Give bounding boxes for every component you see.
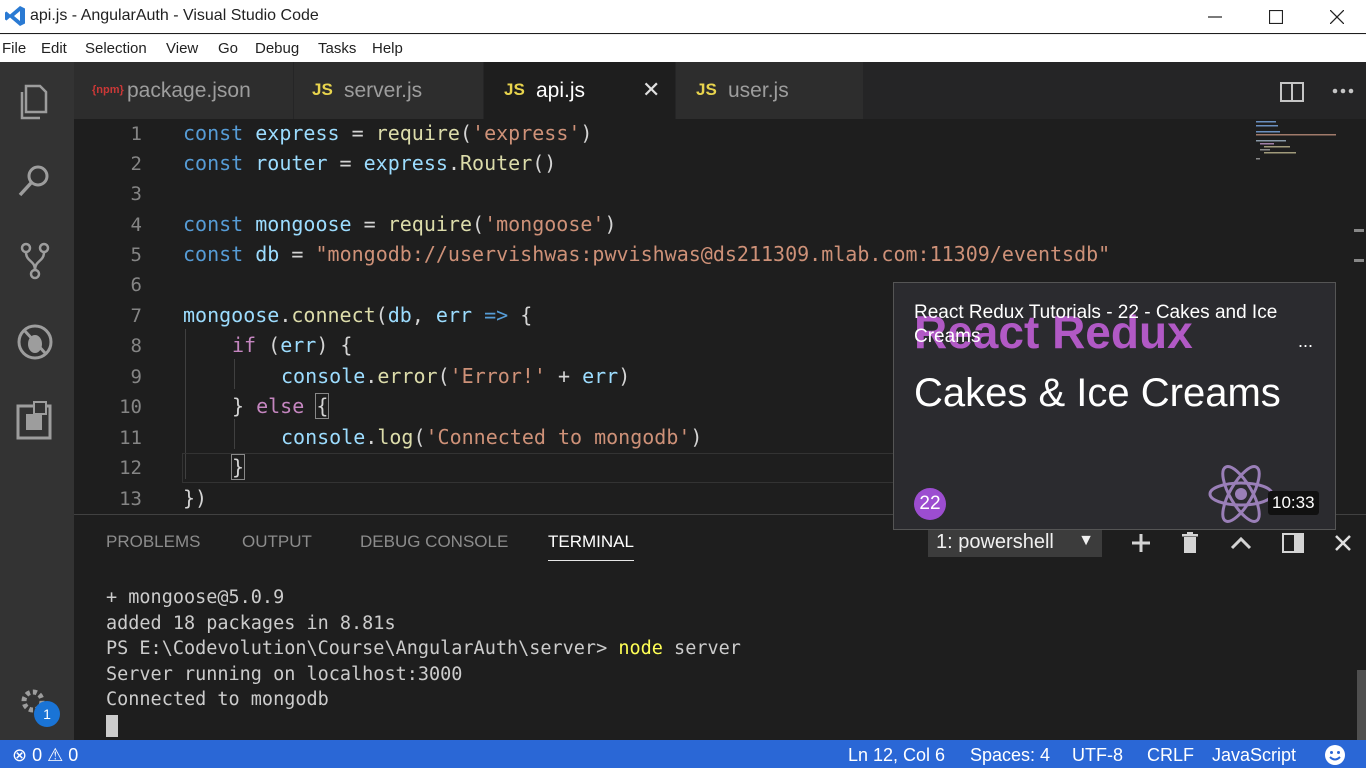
menu-tasks[interactable]: Tasks — [318, 40, 356, 57]
more-actions-icon[interactable] — [1332, 88, 1354, 94]
cursor-position[interactable]: Ln 12, Col 6 — [848, 745, 945, 766]
editor-scrollbar[interactable] — [1350, 119, 1364, 514]
scrollbar-marker — [1354, 229, 1364, 232]
terminal-line: added 18 packages in 8.81s — [106, 612, 396, 634]
maximize-icon — [1269, 9, 1283, 24]
react-logo-icon — [1208, 465, 1274, 523]
error-count: 0 — [32, 745, 43, 765]
tab-close-icon[interactable]: ✕ — [642, 77, 660, 103]
close-panel-button[interactable] — [1328, 528, 1358, 558]
menu-selection[interactable]: Selection — [85, 40, 147, 57]
maximize-button[interactable] — [1245, 0, 1307, 33]
tab-label: user.js — [728, 79, 789, 102]
editor-tab-bar: {npm} package.json JS server.js JS api.j… — [74, 62, 1366, 119]
minimap[interactable] — [1254, 119, 1354, 179]
terminal-line: Server running on localhost:3000 — [106, 663, 463, 685]
tab-label: package.json — [127, 79, 251, 102]
close-icon — [1330, 9, 1344, 24]
terminal-line: Connected to mongodb — [106, 689, 329, 710]
plus-icon — [1132, 534, 1150, 552]
chevron-down-icon: ▼ — [1078, 532, 1094, 549]
new-terminal-button[interactable] — [1126, 528, 1156, 558]
npm-icon: {npm} — [92, 84, 124, 96]
panel-tab-problems[interactable]: PROBLEMS — [106, 532, 200, 552]
warning-count: 0 — [68, 745, 79, 765]
minimize-button[interactable] — [1184, 0, 1246, 33]
source-control-icon[interactable] — [12, 238, 58, 284]
menu-file[interactable]: File — [2, 40, 26, 57]
explorer-icon[interactable] — [12, 78, 58, 124]
panel-tab-debug-console[interactable]: DEBUG CONSOLE — [360, 532, 508, 552]
tab-package-json[interactable]: {npm} package.json — [74, 62, 294, 119]
menu-help[interactable]: Help — [372, 40, 403, 57]
js-icon: JS — [312, 80, 333, 99]
panel-tab-terminal[interactable]: TERMINAL — [548, 532, 634, 561]
eol-status[interactable]: CRLF — [1147, 745, 1194, 766]
menu-go[interactable]: Go — [218, 40, 238, 57]
terminal-scrollbar[interactable] — [1357, 670, 1366, 740]
notification-badge: 1 — [34, 701, 60, 727]
terminal-line: PS E:\Codevolution\Course\AngularAuth\se… — [106, 638, 741, 659]
terminal-select[interactable]: 1: powershell ▼ — [928, 528, 1102, 557]
indentation-status[interactable]: Spaces: 4 — [970, 745, 1050, 766]
menu-bar: File Edit Selection View Go Debug Tasks … — [0, 34, 1366, 62]
search-icon[interactable] — [12, 158, 58, 204]
encoding-status[interactable]: UTF-8 — [1072, 745, 1123, 766]
menu-edit[interactable]: Edit — [41, 40, 67, 57]
warning-icon: ⚠ — [47, 745, 64, 765]
bottom-panel: PROBLEMS OUTPUT DEBUG CONSOLE TERMINAL 1… — [74, 514, 1366, 740]
trash-icon — [1182, 532, 1198, 553]
close-icon — [1335, 535, 1351, 551]
scrollbar-marker — [1354, 259, 1364, 262]
video-thumbnail-subtitle: Cakes & Ice Creams — [914, 371, 1281, 415]
minimize-icon — [1208, 15, 1222, 18]
code-line: 5 const db = "mongodb://uservishwas:pwvi… — [130, 242, 1111, 266]
problems-status[interactable]: ⊗ 0 ⚠ 0 — [12, 745, 78, 766]
chevron-up-icon — [1230, 536, 1252, 550]
video-title: React Redux Tutorials - 22 - Cakes and I… — [914, 302, 1278, 347]
terminal-select-value: 1: powershell — [936, 531, 1054, 553]
js-icon: JS — [696, 80, 717, 99]
error-icon: ⊗ — [12, 745, 28, 765]
close-window-button[interactable] — [1306, 0, 1366, 33]
language-mode[interactable]: JavaScript — [1212, 745, 1296, 766]
tab-api-js[interactable]: JS api.js ✕ — [484, 62, 676, 119]
title-bar: api.js - AngularAuth - Visual Studio Cod… — [0, 0, 1366, 33]
kill-terminal-button[interactable] — [1175, 528, 1205, 558]
panel-tab-output[interactable]: OUTPUT — [242, 532, 312, 552]
video-duration: 10:33 — [1268, 491, 1319, 515]
code-line: 2 const router = express.Router() — [130, 151, 557, 175]
debug-icon[interactable] — [12, 318, 58, 364]
tab-label: api.js — [536, 79, 586, 102]
status-bar: ⊗ 0 ⚠ 0 Ln 12, Col 6 Spaces: 4 UTF-8 CRL… — [0, 740, 1366, 768]
panel-layout-icon — [1282, 533, 1304, 553]
split-editor-icon[interactable] — [1280, 82, 1304, 102]
code-line: 3 — [130, 183, 142, 205]
terminal-output[interactable]: + mongoose@5.0.9 added 18 packages in 8.8… — [106, 585, 741, 738]
extensions-icon[interactable] — [12, 398, 58, 444]
video-more-button[interactable]: ... — [1298, 331, 1313, 352]
code-line: 4 const mongoose = require('mongoose') — [130, 212, 617, 236]
menu-debug[interactable]: Debug — [255, 40, 299, 57]
js-icon: JS — [504, 80, 525, 99]
terminal-line: + mongoose@5.0.9 — [106, 587, 285, 608]
feedback-smiley-icon[interactable] — [1324, 744, 1346, 766]
code-line: 1 const express = require('express') — [130, 121, 593, 145]
menu-view[interactable]: View — [166, 40, 198, 57]
tab-user-js[interactable]: JS user.js — [676, 62, 864, 119]
window-title: api.js - AngularAuth - Visual Studio Cod… — [30, 7, 319, 24]
activity-bar — [0, 62, 74, 740]
toggle-panel-position-button[interactable] — [1278, 528, 1308, 558]
episode-badge: 22 — [914, 488, 946, 520]
maximize-panel-button[interactable] — [1226, 528, 1256, 558]
vscode-logo-icon — [5, 6, 25, 26]
video-overlay[interactable]: React Redux React Redux Tutorials - 22 -… — [893, 282, 1336, 530]
terminal-cursor — [106, 714, 118, 737]
tab-server-js[interactable]: JS server.js — [294, 62, 484, 119]
tab-label: server.js — [344, 79, 423, 102]
